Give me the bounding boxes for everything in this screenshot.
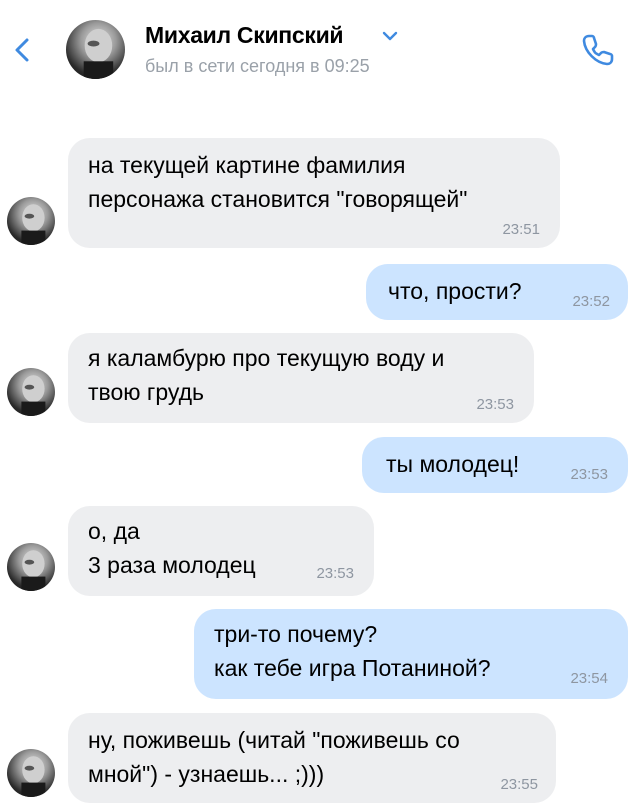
message-time: 23:53 (570, 466, 608, 483)
back-button[interactable] (4, 30, 40, 70)
message-bubble-incoming[interactable]: о, да 3 раза молодец 23:53 (68, 506, 374, 596)
chat-header: Михаил Скипский был в сети сегодня в 09:… (0, 0, 633, 100)
message-text-line: о, да (88, 518, 140, 544)
message-text-line: я каламбурю про текущую воду и (88, 345, 445, 371)
sender-avatar[interactable] (7, 543, 55, 591)
message-bubble-outgoing[interactable]: три-то почему? как тебе игра Потаниной? … (194, 609, 628, 699)
message-text-line: персонажа становится "говорящей" (88, 186, 468, 212)
message-text-line: твою грудь (88, 379, 204, 405)
message-time: 23:53 (316, 565, 354, 582)
last-seen-status: был в сети сегодня в 09:25 (145, 56, 370, 76)
message-text-line: 3 раза молодец (88, 552, 256, 578)
chevron-down-icon[interactable] (381, 29, 399, 43)
message-bubble-incoming[interactable]: я каламбурю про текущую воду и твою груд… (68, 333, 534, 423)
message-text-line: на текущей картине фамилия (88, 152, 406, 178)
message-bubble-outgoing[interactable]: что, прости? 23:52 (366, 264, 628, 320)
sender-avatar[interactable] (7, 197, 55, 245)
message-time: 23:52 (572, 293, 610, 310)
call-button[interactable] (578, 30, 618, 70)
message-text-line: как тебе игра Потаниной? (214, 655, 491, 681)
message-time: 23:51 (502, 221, 540, 238)
message-text-line: ты молодец! (386, 451, 520, 477)
contact-avatar[interactable] (66, 20, 125, 79)
message-text-line: ну, поживешь (читай "поживешь со (88, 727, 460, 753)
message-text-line: что, прости? (388, 278, 522, 304)
message-text-line: три-то почему? (214, 621, 378, 647)
message-text-line: мной") - узнаешь... ;))) (88, 761, 325, 787)
sender-avatar[interactable] (7, 368, 55, 416)
message-time: 23:55 (500, 776, 538, 793)
message-bubble-incoming[interactable]: на текущей картине фамилия персонажа ста… (68, 138, 560, 248)
message-bubble-incoming[interactable]: ну, поживешь (читай "поживешь со мной") … (68, 713, 556, 803)
message-time: 23:53 (476, 396, 514, 413)
chevron-left-icon (15, 38, 29, 62)
contact-name[interactable]: Михаил Скипский (145, 22, 344, 49)
phone-icon (582, 34, 614, 66)
sender-avatar[interactable] (7, 749, 55, 797)
message-bubble-outgoing[interactable]: ты молодец! 23:53 (362, 437, 628, 493)
message-time: 23:54 (570, 670, 608, 687)
